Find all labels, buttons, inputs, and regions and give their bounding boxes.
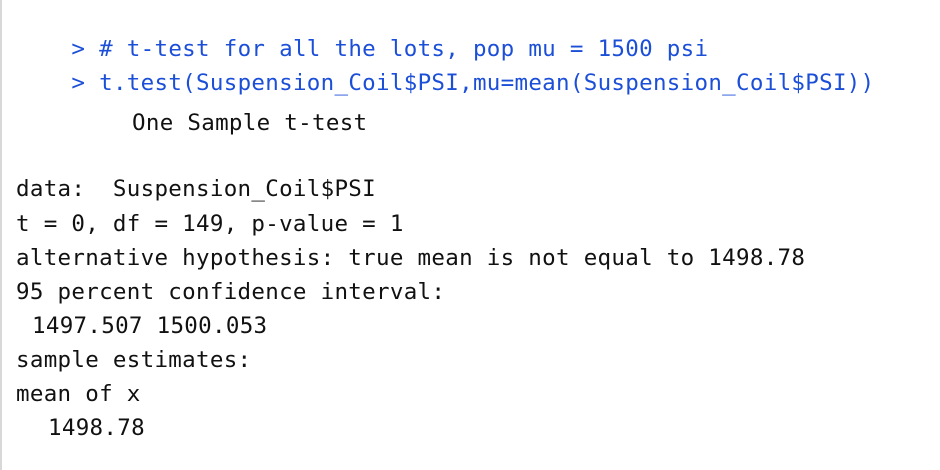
stats-line: t = 0, df = 149, p-value = 1 xyxy=(16,211,404,237)
confidence-interval-values: 1497.507 1500.053 xyxy=(32,313,268,339)
command-text: t.test(Suspension_Coil$PSI,mu=mean(Suspe… xyxy=(99,70,875,96)
sample-estimates-header: sample estimates: xyxy=(16,347,252,373)
command-line-1: > # t-test for all the lots, pop mu = 15… xyxy=(16,4,708,62)
command-line-2: > t.test(Suspension_Coil$PSI,mu=mean(Sus… xyxy=(16,38,875,96)
r-console[interactable]: > # t-test for all the lots, pop mu = 15… xyxy=(0,0,940,470)
test-title: One Sample t-test xyxy=(132,110,368,136)
data-line: data: Suspension_Coil$PSI xyxy=(16,176,376,202)
estimate-label: mean of x xyxy=(16,381,141,407)
estimate-value: 1498.78 xyxy=(48,415,145,441)
prompt-symbol: > xyxy=(71,70,86,96)
alternative-hypothesis-line: alternative hypothesis: true mean is not… xyxy=(16,245,806,271)
confidence-interval-header: 95 percent confidence interval: xyxy=(16,279,446,305)
